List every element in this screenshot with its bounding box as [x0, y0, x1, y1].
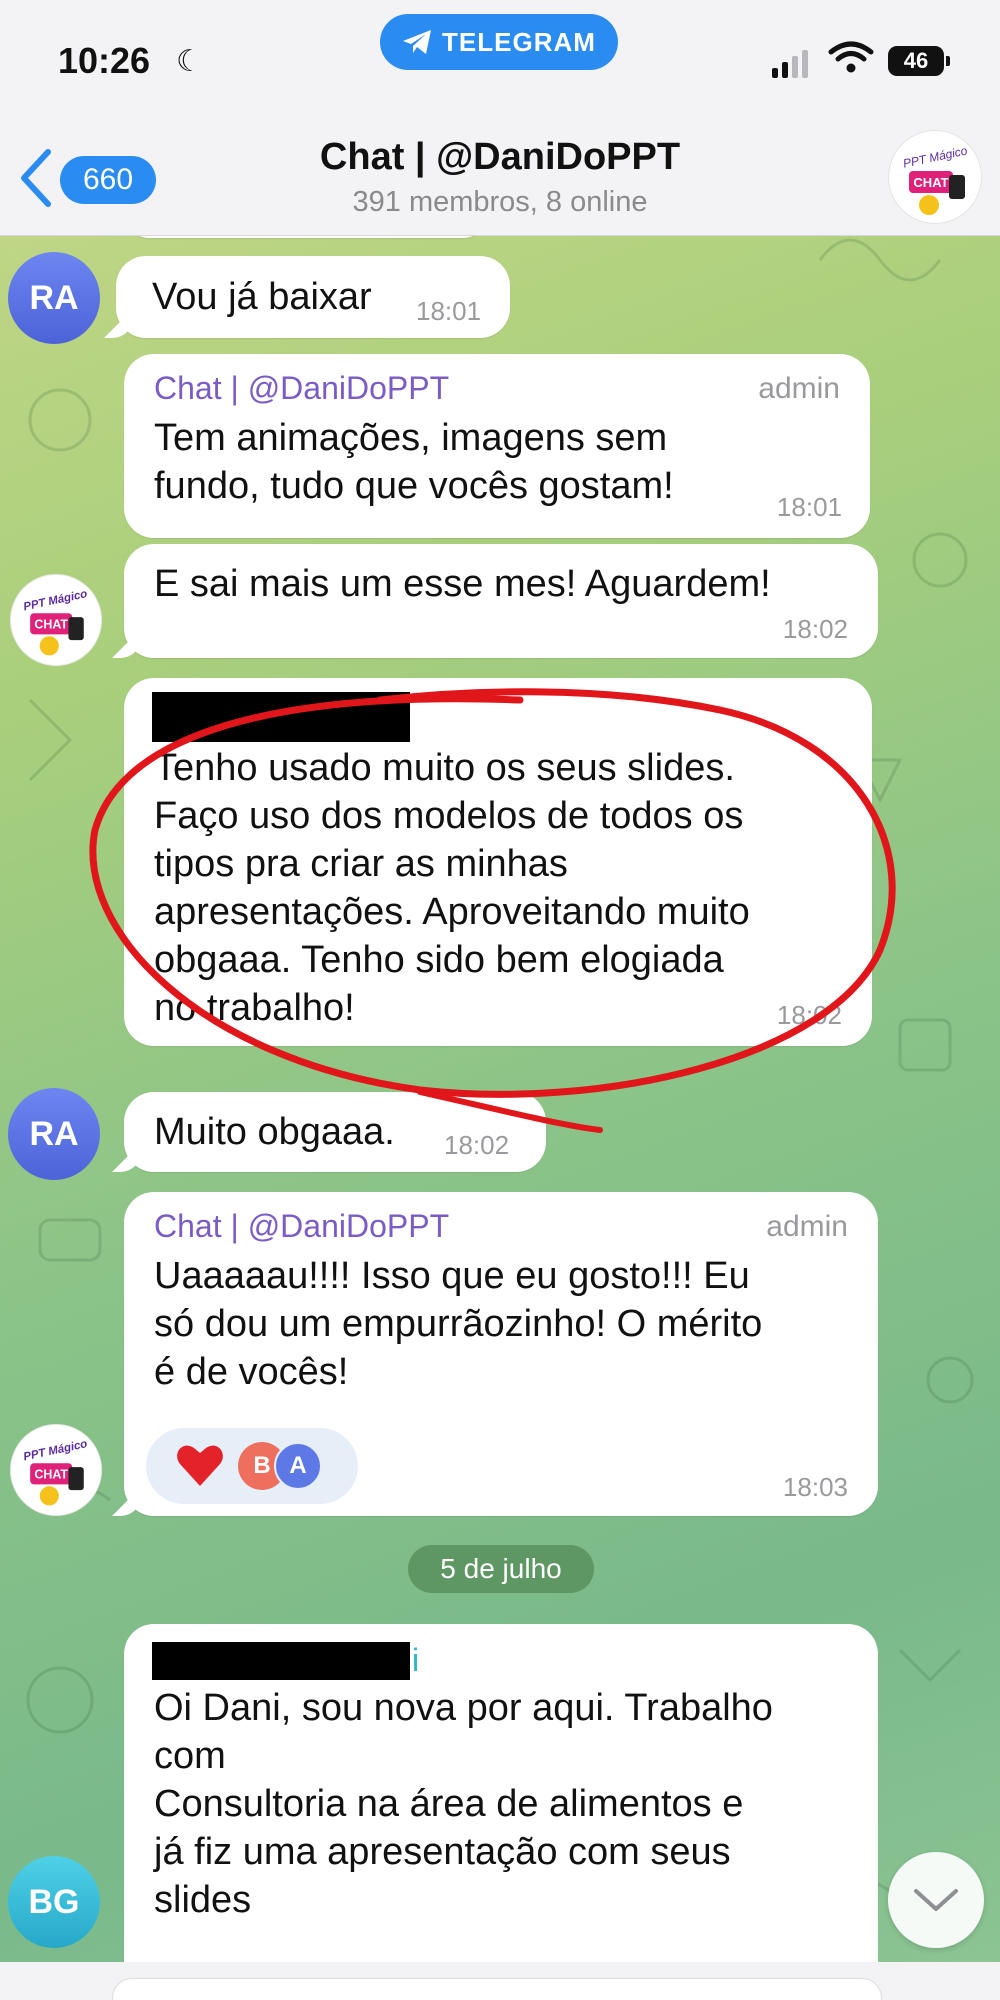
chat-header: 10:26 ☾ TELEGRAM 46 660 Chat | @DaniDoPP…	[0, 0, 1000, 236]
telegram-pill-label: TELEGRAM	[442, 26, 596, 57]
message-bubble[interactable]: Muito obgaaa. 18:02	[124, 1092, 546, 1172]
date-separator: 5 de julho	[408, 1545, 594, 1593]
admin-badge: admin	[766, 1210, 848, 1243]
message-bubble[interactable]: E sai mais um esse mes! Aguardem! 18:02	[124, 544, 878, 658]
message-time: 18:02	[782, 614, 848, 644]
sender-name-suffix: i	[412, 1642, 420, 1678]
sender-name[interactable]: Chat | @DaniDoPPT	[154, 370, 449, 407]
ppt-magico-logo: PPT Mágico CHAT	[902, 143, 969, 215]
message-bubble[interactable]: Chat | @DaniDoPPT admin Tem animações, i…	[124, 354, 870, 538]
svg-text:PPT Mágico: PPT Mágico	[22, 588, 88, 613]
message-input[interactable]	[112, 1978, 882, 2000]
message-bubble[interactable]: Tenho usado muito os seus slides. Faço u…	[124, 678, 872, 1046]
battery-level: 46	[903, 48, 929, 73]
admin-badge: admin	[758, 372, 840, 405]
message-time: 18:02	[776, 1000, 842, 1030]
message-line: apresentações. Aproveitando muito	[154, 891, 750, 933]
message-time: 18:03	[782, 1472, 848, 1502]
message-bubble[interactable]: i Oi Dani, sou nova por aqui. Trabalho c…	[124, 1624, 878, 1964]
chevron-down-icon	[914, 1889, 958, 1911]
message-text: E sai mais um esse mes! Aguardem!	[154, 563, 771, 605]
avatar-bg[interactable]: BG	[8, 1856, 100, 1948]
message-line: Tenho usado muito os seus slides.	[154, 747, 735, 789]
ppt-magico-logo: PPT Mágico CHAT	[22, 1438, 88, 1506]
message-line: obgaaa. Tenho sido bem elogiada	[154, 939, 724, 981]
message-line: já fiz uma apresentação com seus	[154, 1831, 731, 1873]
chat-title[interactable]: Chat | @DaniDoPPT	[0, 136, 1000, 179]
chat-subtitle: 391 membros, 8 online	[352, 186, 648, 218]
message-reactions[interactable]: B A	[146, 1428, 358, 1504]
message-line: Faço uso dos modelos de todos os	[154, 795, 744, 837]
message-bubble[interactable]: Vou já baixar 18:01	[116, 256, 510, 338]
telegram-return-pill[interactable]: TELEGRAM	[380, 14, 618, 70]
svg-text:CHAT: CHAT	[34, 1468, 68, 1482]
message-time: 18:02	[444, 1130, 510, 1160]
message-line: tipos pra criar as minhas	[154, 843, 568, 885]
wifi-icon	[828, 41, 874, 73]
telegram-plane-icon	[403, 30, 432, 54]
avatar-ppt-magico[interactable]: PPT Mágico CHAT	[10, 1424, 102, 1516]
message-line: é de vocês!	[154, 1351, 349, 1393]
avatar-ra[interactable]: RA	[8, 252, 100, 344]
redacted-sender-name	[152, 692, 410, 742]
scroll-to-bottom-button[interactable]	[888, 1852, 984, 1948]
focus-moon-icon: ☾	[176, 45, 203, 78]
reaction-user-avatar: A	[274, 1442, 322, 1490]
cellular-signal-icon	[772, 50, 808, 78]
svg-text:CHAT: CHAT	[34, 618, 68, 632]
message-line: Consultoria na área de alimentos e	[154, 1783, 744, 1825]
message-text: Vou já baixar	[152, 276, 372, 318]
status-time: 10:26	[58, 40, 151, 81]
message-line: Oi Dani, sou nova por aqui. Trabalho	[154, 1687, 773, 1729]
message-line: slides	[154, 1879, 252, 1921]
message-line: fundo, tudo que vocês gostam!	[154, 465, 674, 507]
svg-text:CHAT: CHAT	[913, 175, 948, 190]
svg-text:PPT Mágico: PPT Mágico	[902, 143, 969, 170]
message-line: com	[154, 1735, 226, 1777]
message-line: no trabalho!	[154, 987, 355, 1029]
group-avatar[interactable]: PPT Mágico CHAT	[888, 130, 982, 224]
message-time: 18:01	[416, 296, 482, 326]
message-line: só dou um empurrãozinho! O mérito	[154, 1303, 763, 1345]
message-time: 18:01	[776, 492, 842, 522]
avatar-ra[interactable]: RA	[8, 1088, 100, 1180]
heart-reaction-icon[interactable]	[176, 1442, 224, 1488]
avatar-ppt-magico[interactable]: PPT Mágico CHAT	[10, 574, 102, 666]
svg-text:PPT Mágico: PPT Mágico	[22, 1438, 88, 1463]
message-line: Tem animações, imagens sem	[154, 417, 668, 459]
redacted-sender-name	[152, 1642, 410, 1680]
battery-icon: 46	[888, 46, 950, 76]
sender-name[interactable]: Chat | @DaniDoPPT	[154, 1208, 449, 1245]
message-text: Muito obgaaa.	[154, 1111, 395, 1153]
message-line: Uaaaaau!!!! Isso que eu gosto!!! Eu	[154, 1255, 750, 1297]
ppt-magico-logo: PPT Mágico CHAT	[22, 588, 88, 656]
